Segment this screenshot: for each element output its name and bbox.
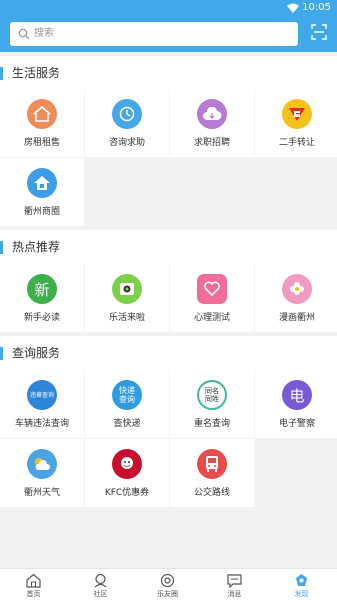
grid-item-label: 房租租售 — [23, 138, 60, 148]
hot-recommend-grid: 新 新手必读 乐活来啦 心理测试 漫画衢州 — [0, 264, 337, 333]
new-char-glyph: 新 — [34, 280, 50, 299]
tab-community[interactable]: 社区 — [67, 569, 134, 600]
community-icon — [94, 573, 107, 588]
grid-item-label: KFC优惠券 — [104, 488, 150, 498]
grid-item-label: 车辆违法查询 — [14, 419, 69, 429]
grid-item-secondhand[interactable]: 二手转让 — [255, 89, 337, 157]
grid-item-bus[interactable]: 公交路线 — [170, 439, 254, 507]
scan-icon[interactable] — [311, 24, 327, 40]
grid-item-label: 公交路线 — [193, 488, 230, 498]
home-tab-icon — [26, 573, 41, 588]
new-char-icon: 新 — [27, 274, 57, 304]
grid-item-label: 衢州商圈 — [23, 207, 60, 217]
section-header-life: 生活服务 — [0, 56, 337, 90]
section-title: 查询服务 — [12, 346, 61, 360]
grid-item-kfc[interactable]: KFC优惠券 — [85, 439, 169, 507]
tab-label: 乐友圈 — [157, 590, 178, 598]
grid-item-label: 重名查询 — [193, 419, 230, 429]
express-badge: 快递查询 — [119, 386, 135, 404]
tab-friend-circle[interactable]: 乐友圈 — [134, 569, 201, 600]
grid-item-label: 漫画衢州 — [278, 313, 315, 323]
grid-item-e-police[interactable]: 电 电子警察 — [255, 370, 337, 438]
bus-icon — [197, 449, 227, 479]
tab-discover[interactable]: 发现 — [268, 569, 335, 600]
section-accent — [0, 347, 3, 360]
search-header: 搜索 — [0, 16, 337, 52]
express-icon: 快递查询 — [112, 380, 142, 410]
section-title: 热点推荐 — [12, 240, 61, 254]
grid-item-rent[interactable]: 房租租售 — [0, 89, 84, 157]
grid-item-psych-test[interactable]: 心理测试 — [170, 264, 254, 332]
grid-item-weather[interactable]: 衢州天气 — [0, 439, 84, 507]
electric-glyph: 电 — [289, 386, 305, 405]
section-header-hot: 热点推荐 — [0, 230, 337, 264]
life-services-grid: 房租租售 咨询求助 求职招聘 二手转让 衢州商圈 — [0, 89, 337, 228]
section-accent — [0, 67, 3, 80]
grid-item-label: 查快递 — [113, 419, 141, 429]
camera-icon — [112, 274, 142, 304]
grid-item-consult[interactable]: 咨询求助 — [85, 89, 169, 157]
wifi-icon — [287, 3, 299, 13]
grid-item-jobs[interactable]: 求职招聘 — [170, 89, 254, 157]
same-name-icon: 同名同姓 — [197, 380, 227, 410]
home-icon — [27, 168, 57, 198]
house-icon — [27, 99, 57, 129]
tab-home[interactable]: 首页 — [0, 569, 67, 600]
discover-icon — [296, 574, 307, 586]
violation-icon: 违章查询 — [27, 380, 57, 410]
grid-item-label: 衢州天气 — [23, 488, 60, 498]
search-input[interactable]: 搜索 — [10, 22, 298, 46]
chat-icon — [112, 99, 142, 129]
grid-item-same-name[interactable]: 同名同姓 重名查询 — [170, 370, 254, 438]
message-icon — [227, 574, 242, 588]
superman-icon — [282, 99, 312, 129]
weather-icon — [27, 449, 57, 479]
heart-icon — [197, 274, 227, 304]
flower-icon — [282, 274, 312, 304]
grid-item-violation[interactable]: 违章查询 车辆违法查询 — [0, 370, 84, 438]
grid-item-business[interactable]: 衢州商圈 — [0, 158, 84, 226]
bottom-tab-bar: 首页 社区 乐友圈 消息 发现 — [0, 568, 337, 600]
grid-item-comic[interactable]: 漫画衢州 — [255, 264, 337, 332]
grid-item-lehuo[interactable]: 乐活来啦 — [85, 264, 169, 332]
violation-badge: 违章查询 — [29, 391, 54, 399]
status-time: 10:05 — [302, 2, 331, 13]
section-accent — [0, 241, 3, 254]
circle-icon — [160, 573, 175, 588]
grid-item-label: 求职招聘 — [193, 138, 230, 148]
section-title: 生活服务 — [12, 66, 61, 80]
search-placeholder: 搜索 — [34, 28, 54, 39]
kfc-icon — [112, 449, 142, 479]
electric-icon: 电 — [282, 380, 312, 410]
status-bar: 10:05 — [0, 0, 337, 16]
tab-messages[interactable]: 消息 — [201, 569, 268, 600]
grid-item-label: 心理测试 — [193, 313, 230, 323]
section-header-query: 查询服务 — [0, 336, 337, 370]
grid-item-label: 二手转让 — [278, 138, 315, 148]
same-name-badge: 同名同姓 — [205, 387, 219, 403]
cloud-icon — [197, 99, 227, 129]
tab-label: 社区 — [93, 590, 108, 598]
grid-item-express[interactable]: 快递查询 查快递 — [85, 370, 169, 438]
grid-item-label: 咨询求助 — [108, 138, 145, 148]
tab-label: 发现 — [294, 590, 309, 598]
grid-item-label: 乐活来啦 — [108, 313, 145, 323]
tab-label: 消息 — [227, 590, 242, 598]
grid-item-label: 电子警察 — [278, 419, 315, 429]
grid-item-beginner[interactable]: 新 新手必读 — [0, 264, 84, 332]
tab-label: 首页 — [26, 590, 41, 598]
grid-item-label: 新手必读 — [23, 313, 60, 323]
query-services-grid: 违章查询 车辆违法查询 快递查询 查快递 同名同姓 重名查询 电 电子警察 衢州… — [0, 370, 337, 509]
search-icon — [18, 28, 30, 40]
